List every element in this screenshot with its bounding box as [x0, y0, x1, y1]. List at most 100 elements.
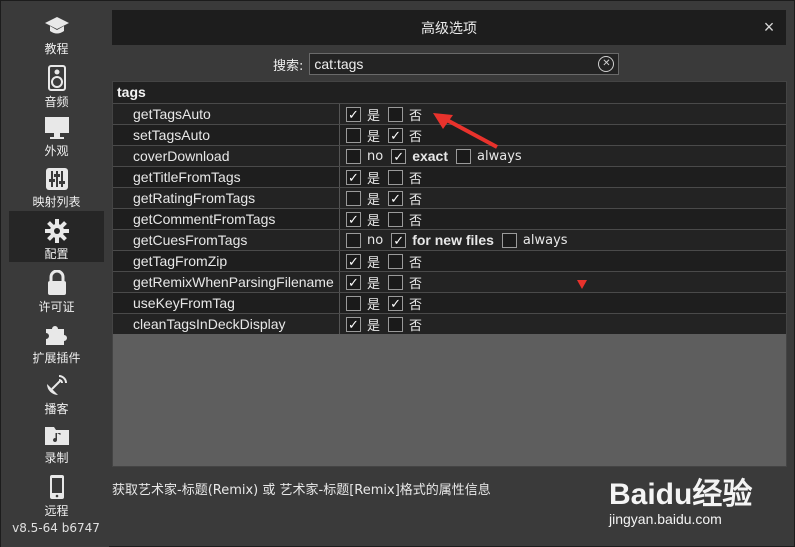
option-checkbox[interactable]: ✓ — [346, 106, 361, 122]
sidebar-item-tutorial[interactable]: 教程 — [9, 6, 104, 57]
lock-icon — [44, 270, 70, 296]
table-row: getRatingFromTags 是 ✓ 否 — [113, 187, 786, 208]
option-checkbox[interactable] — [346, 190, 361, 206]
option-label: always — [522, 232, 568, 248]
sidebar-item-remote[interactable]: 远程 — [9, 466, 104, 518]
option-checkbox[interactable] — [388, 253, 404, 269]
option-label: 否 — [409, 129, 423, 145]
satellite-dish-icon — [44, 372, 70, 398]
option-label: 否 — [409, 255, 423, 271]
option-label: 是 — [367, 318, 381, 334]
option-values: ✓ 是 否 — [340, 104, 786, 124]
sidebar-item-license[interactable]: 许可证 — [9, 262, 104, 314]
option-checkbox[interactable] — [346, 127, 361, 143]
option-label: no — [367, 148, 384, 164]
option-label: 是 — [367, 129, 381, 145]
sidebar-item-config[interactable]: 配置 — [9, 211, 104, 262]
option-values: ✓ 是 否 — [340, 209, 786, 229]
option-checkbox[interactable]: ✓ — [388, 190, 404, 206]
option-checkbox[interactable]: ✓ — [388, 127, 404, 143]
option-values: ✓ 是 否 — [340, 251, 786, 271]
option-checkbox[interactable] — [388, 106, 404, 122]
watermark-url: jingyan.baidu.com — [609, 511, 722, 527]
table-row: cleanTagsInDeckDisplay ✓ 是 否 — [113, 313, 786, 334]
option-checkbox[interactable]: ✓ — [346, 211, 361, 227]
search-row: 搜索: ✕ — [273, 53, 620, 75]
option-checkbox[interactable] — [346, 148, 361, 164]
graduation-cap-icon — [44, 14, 70, 38]
option-label: 否 — [409, 318, 423, 334]
annotation-arrow-icon — [433, 113, 498, 149]
option-name: getTagFromZip — [113, 251, 340, 271]
mixer-sliders-icon — [44, 167, 70, 191]
option-values: no ✓ for new files always — [340, 230, 786, 250]
option-label: 否 — [409, 108, 423, 124]
sidebar-item-record[interactable]: 录制 — [9, 415, 104, 466]
watermark-brand: Baidu经验 — [609, 478, 753, 511]
option-label: 否 — [409, 171, 423, 187]
option-name: getTitleFromTags — [113, 167, 340, 187]
option-checkbox[interactable]: ✓ — [391, 232, 407, 248]
search-input[interactable] — [314, 56, 595, 72]
option-checkbox[interactable] — [388, 211, 404, 227]
option-values: 是 ✓ 否 — [340, 125, 786, 145]
option-checkbox[interactable]: ✓ — [388, 295, 404, 311]
option-checkbox[interactable] — [346, 232, 361, 248]
table-row: getTagFromZip ✓ 是 否 — [113, 250, 786, 271]
baidu-watermark: Baidu经验 jingyan.baidu.com — [609, 461, 789, 541]
option-label: 否 — [409, 297, 423, 313]
smartphone-icon — [44, 474, 70, 500]
sidebar-item-appearance[interactable]: 外观 — [9, 108, 104, 159]
option-description: 获取艺术家-标题(Remix) 或 艺术家-标题[Remix]格式的属性信息 — [112, 483, 491, 498]
speaker-icon — [44, 65, 70, 91]
dialog-title: 高级选项 — [421, 20, 477, 37]
option-label: for new files — [412, 232, 494, 248]
option-checkbox[interactable]: ✓ — [346, 169, 361, 185]
sidebar-item-label: 远程 — [44, 504, 69, 518]
option-label: 否 — [409, 213, 423, 229]
gear-icon — [44, 219, 70, 243]
option-checkbox[interactable] — [388, 274, 404, 290]
monitor-icon — [44, 116, 70, 140]
option-checkbox[interactable] — [501, 232, 517, 248]
option-label: no — [367, 232, 384, 248]
option-checkbox[interactable]: ✓ — [346, 316, 361, 332]
option-checkbox[interactable] — [388, 316, 404, 332]
option-label: 是 — [367, 171, 381, 187]
dialog-titlebar: 高级选项 × — [112, 10, 786, 45]
sidebar-item-label: 配置 — [44, 247, 69, 261]
option-values: ✓ 是 否 — [340, 167, 786, 187]
puzzle-icon — [44, 321, 70, 347]
sidebar-item-label: 录制 — [44, 451, 69, 465]
search-label: 搜索: — [273, 58, 304, 74]
group-header: tags — [113, 82, 786, 103]
option-label: 是 — [367, 108, 381, 124]
option-values: 是 ✓ 否 — [340, 293, 786, 313]
sidebar-item-label: 教程 — [44, 42, 69, 56]
option-checkbox[interactable]: ✓ — [346, 253, 361, 269]
sidebar-item-mapping-list[interactable]: 映射列表 — [9, 159, 104, 210]
option-values: ✓ 是 否 — [340, 272, 786, 292]
option-checkbox[interactable] — [346, 295, 361, 311]
option-checkbox[interactable]: ✓ — [346, 274, 361, 290]
option-name: getRatingFromTags — [113, 188, 340, 208]
sidebar-item-extensions[interactable]: 扩展插件 — [9, 313, 104, 365]
option-name: getCuesFromTags — [113, 230, 340, 250]
table-row: getRemixWhenParsingFilename ✓ 是 否 — [113, 271, 786, 292]
option-checkbox[interactable] — [388, 169, 404, 185]
option-label: 是 — [367, 297, 381, 313]
option-label: 是 — [367, 255, 381, 271]
option-label: 否 — [409, 192, 423, 208]
option-checkbox[interactable]: ✓ — [391, 148, 407, 164]
sidebar-item-audio[interactable]: 音频 — [9, 57, 104, 109]
red-marker-icon — [577, 280, 587, 289]
music-folder-icon — [44, 423, 70, 447]
clear-search-icon[interactable]: ✕ — [598, 56, 615, 72]
sidebar-item-label: 映射列表 — [32, 195, 81, 209]
sidebar-item-podcast[interactable]: 播客 — [9, 364, 104, 416]
option-label: 是 — [367, 276, 381, 292]
search-box: ✕ — [309, 53, 620, 75]
table-row: getCuesFromTags no ✓ for new files always — [113, 229, 786, 250]
option-label: 是 — [367, 213, 381, 229]
close-icon[interactable]: × — [758, 16, 780, 38]
